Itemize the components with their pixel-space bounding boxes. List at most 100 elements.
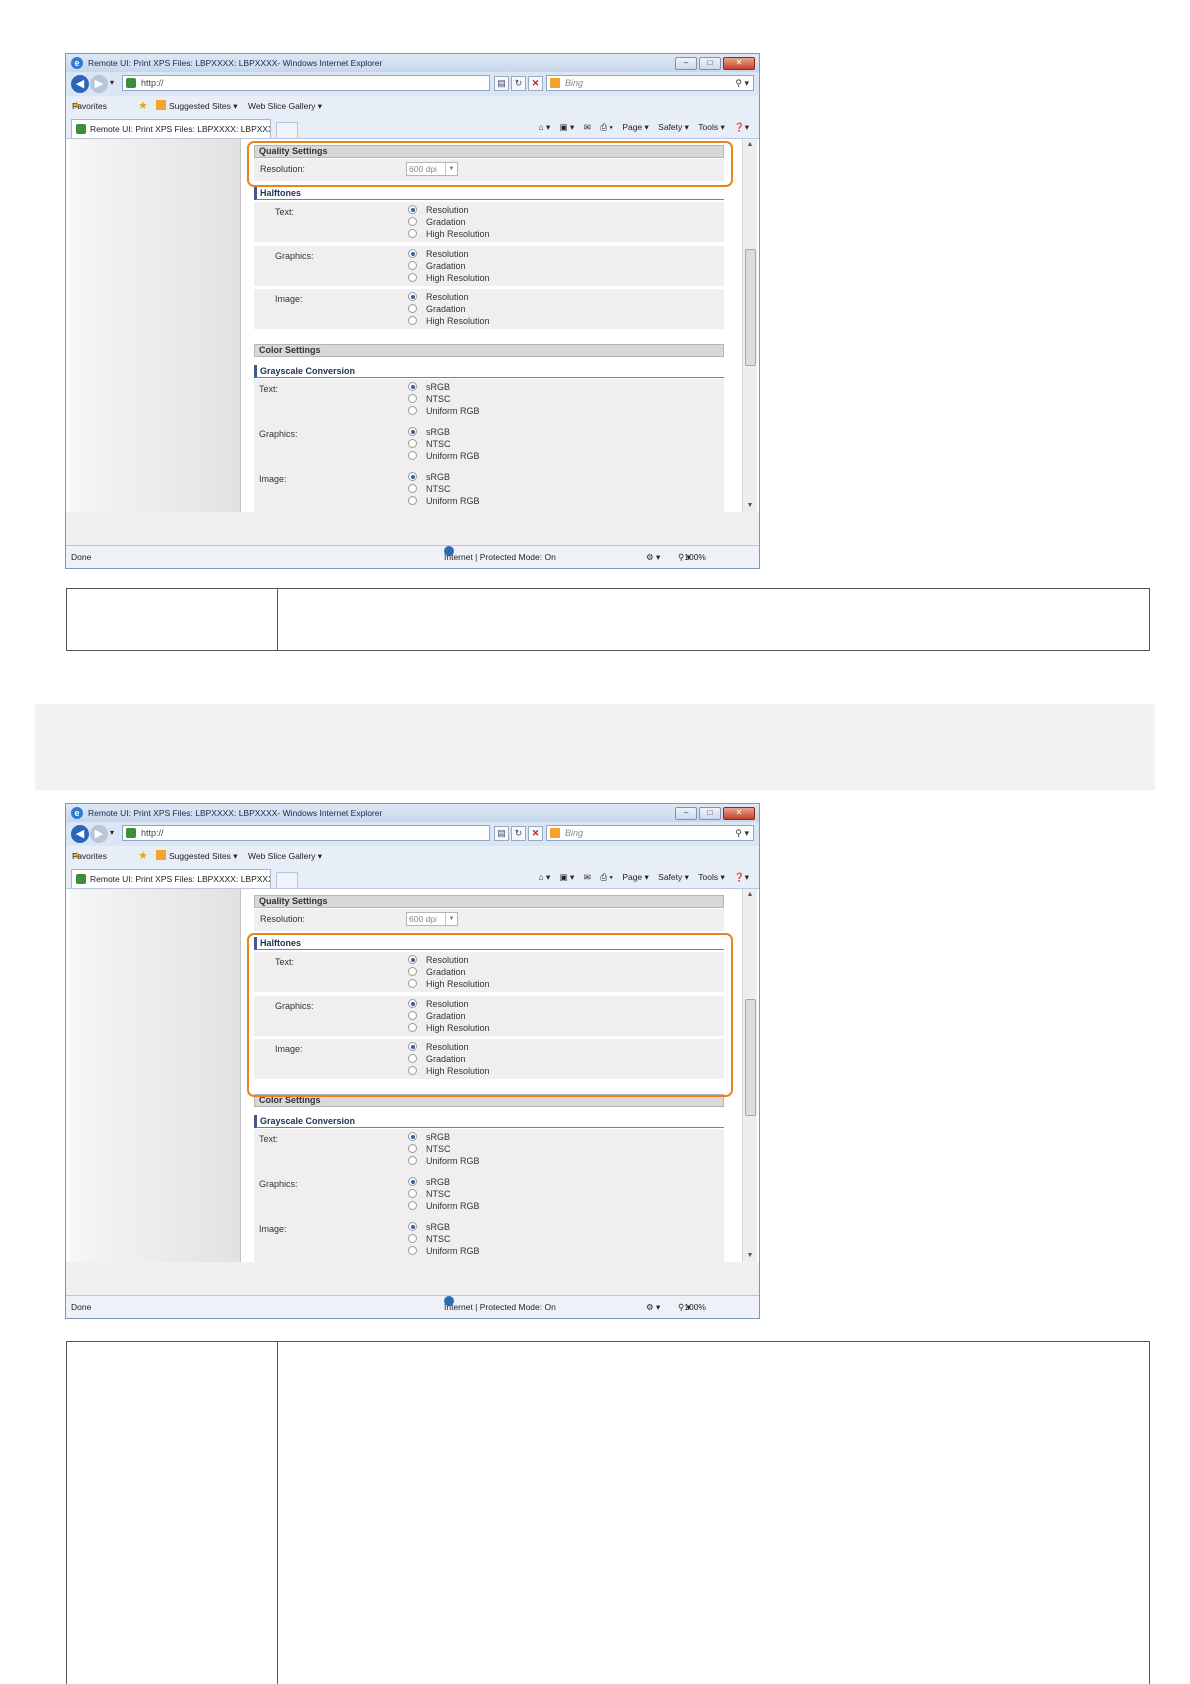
home-icon[interactable]: ⌂ ▾ xyxy=(539,122,551,132)
maximize-button[interactable]: □ xyxy=(699,807,721,820)
radio-high-resolution[interactable]: High Resolution xyxy=(408,979,490,989)
stop-icon[interactable]: ✕ xyxy=(528,76,543,91)
compatibility-view-icon[interactable]: ▤ xyxy=(494,76,509,91)
zoom-control[interactable]: ⚲ 100% ▾ xyxy=(678,1296,706,1318)
scroll-up-icon[interactable]: ▲ xyxy=(743,139,757,151)
radio-resolution[interactable]: Resolution xyxy=(408,205,469,215)
radio-gradation[interactable]: Gradation xyxy=(408,1054,466,1064)
radio-gradation[interactable]: Gradation xyxy=(408,967,466,977)
compatibility-view-icon[interactable]: ▤ xyxy=(494,826,509,841)
radio-resolution[interactable]: Resolution xyxy=(408,249,469,259)
search-input[interactable]: Bing ⚲ ▾ xyxy=(546,825,754,841)
radio-ntsc[interactable]: NTSC xyxy=(408,394,451,404)
radio-gradation[interactable]: Gradation xyxy=(408,1011,466,1021)
address-bar[interactable]: http:// xyxy=(122,825,490,841)
forward-icon[interactable]: ▶ xyxy=(90,825,108,843)
radio-ntsc[interactable]: NTSC xyxy=(408,1234,451,1244)
maximize-button[interactable]: □ xyxy=(699,57,721,70)
safety-menu[interactable]: Safety ▾ xyxy=(658,122,689,132)
safety-menu[interactable]: Safety ▾ xyxy=(658,872,689,882)
protected-mode-icon[interactable]: ⚙ ▾ xyxy=(646,546,660,568)
title-bar: e Remote UI: Print XPS Files: LBPXXXX: L… xyxy=(66,54,759,72)
radio-uniform-rgb[interactable]: Uniform RGB xyxy=(408,1246,480,1256)
tools-menu[interactable]: Tools ▾ xyxy=(698,122,724,132)
history-dropdown-icon[interactable]: ▾ xyxy=(110,828,114,837)
search-icon[interactable]: ⚲ ▾ xyxy=(735,826,749,840)
scroll-up-icon[interactable]: ▲ xyxy=(743,889,757,901)
suggested-sites-button[interactable]: Suggested Sites ▾ xyxy=(156,96,238,116)
resolution-select[interactable]: 600 dpi ▼ xyxy=(406,162,458,176)
radio-ntsc[interactable]: NTSC xyxy=(408,484,451,494)
feeds-icon[interactable]: ▣ ▾ xyxy=(560,872,575,882)
history-dropdown-icon[interactable]: ▾ xyxy=(110,78,114,87)
mail-icon[interactable]: ✉ xyxy=(584,872,591,882)
new-tab-button[interactable] xyxy=(276,872,298,889)
minimize-button[interactable]: – xyxy=(675,807,697,820)
new-tab-button[interactable] xyxy=(276,122,298,139)
resolution-label: Resolution: xyxy=(260,164,306,174)
refresh-icon[interactable]: ↻ xyxy=(511,826,526,841)
radio-ntsc[interactable]: NTSC xyxy=(408,1144,451,1154)
radio-ntsc[interactable]: NTSC xyxy=(408,1189,451,1199)
mail-icon[interactable]: ✉ xyxy=(584,122,591,132)
protected-mode-icon[interactable]: ⚙ ▾ xyxy=(646,1296,660,1318)
vertical-scrollbar[interactable]: ▲ ▼ xyxy=(742,889,757,1262)
print-icon[interactable]: ⎙ ▾ xyxy=(600,122,613,132)
grayscale-image-label: Image: xyxy=(259,1224,287,1234)
radio-high-resolution[interactable]: High Resolution xyxy=(408,273,490,283)
radio-srgb[interactable]: sRGB xyxy=(408,1132,450,1142)
minimize-button[interactable]: – xyxy=(675,57,697,70)
radio-uniform-rgb[interactable]: Uniform RGB xyxy=(408,496,480,506)
suggested-sites-button[interactable]: Suggested Sites ▾ xyxy=(156,846,238,866)
close-button[interactable]: ✕ xyxy=(723,57,755,70)
page-menu[interactable]: Page ▾ xyxy=(622,872,648,882)
radio-uniform-rgb[interactable]: Uniform RGB xyxy=(408,1201,480,1211)
tab-remote-ui[interactable]: Remote UI: Print XPS Files: LBPXXXX: LBP… xyxy=(71,869,271,888)
scroll-thumb[interactable] xyxy=(745,999,756,1116)
close-button[interactable]: ✕ xyxy=(723,807,755,820)
address-bar[interactable]: http:// xyxy=(122,75,490,91)
radio-ntsc[interactable]: NTSC xyxy=(408,439,451,449)
radio-high-resolution[interactable]: High Resolution xyxy=(408,1023,490,1033)
radio-resolution[interactable]: Resolution xyxy=(408,999,469,1009)
radio-resolution[interactable]: Resolution xyxy=(408,955,469,965)
radio-high-resolution[interactable]: High Resolution xyxy=(408,316,490,326)
radio-uniform-rgb[interactable]: Uniform RGB xyxy=(408,406,480,416)
resolution-select[interactable]: 600 dpi ▼ xyxy=(406,912,458,926)
radio-high-resolution[interactable]: High Resolution xyxy=(408,1066,490,1076)
radio-resolution[interactable]: Resolution xyxy=(408,292,469,302)
radio-resolution[interactable]: Resolution xyxy=(408,1042,469,1052)
page-menu[interactable]: Page ▾ xyxy=(622,122,648,132)
forward-icon[interactable]: ▶ xyxy=(90,75,108,93)
halftones-graphics-label: Graphics: xyxy=(275,1001,314,1011)
radio-srgb[interactable]: sRGB xyxy=(408,427,450,437)
refresh-icon[interactable]: ↻ xyxy=(511,76,526,91)
radio-gradation[interactable]: Gradation xyxy=(408,217,466,227)
search-input[interactable]: Bing ⚲ ▾ xyxy=(546,75,754,91)
scroll-down-icon[interactable]: ▼ xyxy=(743,1250,757,1262)
scroll-thumb[interactable] xyxy=(745,249,756,366)
home-icon[interactable]: ⌂ ▾ xyxy=(539,872,551,882)
radio-srgb[interactable]: sRGB xyxy=(408,1222,450,1232)
back-icon[interactable]: ◀ xyxy=(71,75,89,93)
radio-srgb[interactable]: sRGB xyxy=(408,1177,450,1187)
tools-menu[interactable]: Tools ▾ xyxy=(698,872,724,882)
radio-gradation[interactable]: Gradation xyxy=(408,261,466,271)
zoom-control[interactable]: ⚲ 100% ▾ xyxy=(678,546,706,568)
stop-icon[interactable]: ✕ xyxy=(528,826,543,841)
search-icon[interactable]: ⚲ ▾ xyxy=(735,76,749,90)
help-icon[interactable]: ❓▾ xyxy=(734,872,749,882)
radio-uniform-rgb[interactable]: Uniform RGB xyxy=(408,1156,480,1166)
feeds-icon[interactable]: ▣ ▾ xyxy=(560,122,575,132)
radio-uniform-rgb[interactable]: Uniform RGB xyxy=(408,451,480,461)
print-icon[interactable]: ⎙ ▾ xyxy=(600,872,613,882)
radio-srgb[interactable]: sRGB xyxy=(408,472,450,482)
help-icon[interactable]: ❓▾ xyxy=(734,122,749,132)
tab-remote-ui[interactable]: Remote UI: Print XPS Files: LBPXXXX: LBP… xyxy=(71,119,271,138)
radio-gradation[interactable]: Gradation xyxy=(408,304,466,314)
back-icon[interactable]: ◀ xyxy=(71,825,89,843)
radio-srgb[interactable]: sRGB xyxy=(408,382,450,392)
scroll-down-icon[interactable]: ▼ xyxy=(743,500,757,512)
vertical-scrollbar[interactable]: ▲ ▼ xyxy=(742,139,757,512)
radio-high-resolution[interactable]: High Resolution xyxy=(408,229,490,239)
